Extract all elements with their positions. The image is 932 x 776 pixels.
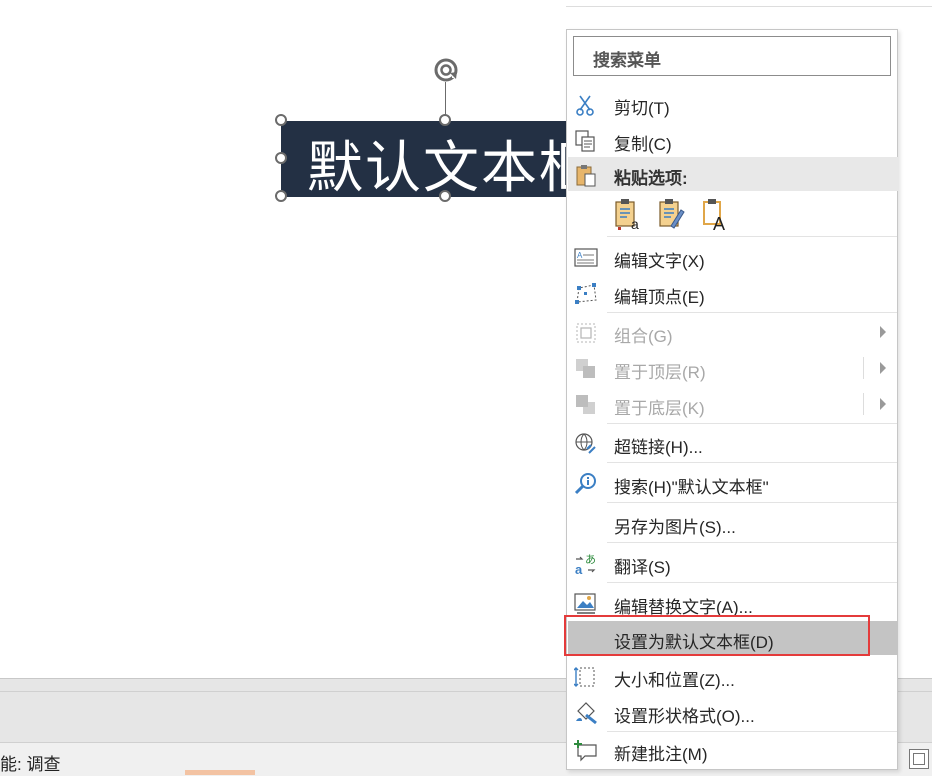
menu-item-group[interactable]: 组合(G) [568,315,898,349]
menu-separator [607,423,897,424]
edit-points-icon [575,283,597,304]
text-only-paste-icon[interactable]: A [701,196,731,234]
svg-text:あ: あ [585,553,596,566]
menu-item-smart-lookup[interactable]: 搜索(H)"默认文本框" [568,466,898,500]
split-divider [863,357,864,379]
menu-item-label: 编辑文字(X) [614,252,705,271]
submenu-arrow-icon [880,326,886,338]
menu-item-edit-text[interactable]: A 编辑文字(X) [568,240,898,274]
menu-item-translate[interactable]: a あ 翻译(S) [568,546,898,580]
menu-separator [607,236,897,237]
group-icon [576,323,596,343]
submenu-arrow-icon [880,362,886,374]
menu-separator [607,502,897,503]
textbox-text[interactable]: 默认文本框 [307,123,597,197]
size-position-icon [574,667,595,687]
translate-icon: a あ [575,553,596,576]
submenu-arrow-icon [880,398,886,410]
svg-text:A: A [713,214,725,232]
svg-text:a: a [575,562,583,576]
menu-item-label: 置于底层(K) [614,399,705,418]
menu-item-label: 大小和位置(Z)... [614,671,735,690]
status-accessibility-text[interactable]: 能: 调查 [0,750,60,775]
copy-icon [575,130,595,152]
menu-separator [607,312,897,313]
context-menu: 搜索菜单 剪切(T) 复制(C) 粘贴选项: a A A 编辑文字(X) 编辑顶… [566,29,898,770]
format-shape-icon [576,702,597,725]
paste-icon [576,165,596,187]
menu-item-save-as-picture[interactable]: 另存为图片(S)... [568,506,898,540]
menu-item-label: 设置形状格式(O)... [614,707,755,726]
menu-item-label: 粘贴选项: [614,169,688,188]
menu-item-size-and-position[interactable]: 大小和位置(Z)... [568,659,898,693]
menu-item-label: 剪切(T) [614,99,670,118]
send-to-back-icon [576,395,595,414]
resize-handle-left[interactable] [275,152,287,164]
menu-item-label: 超链接(H)... [614,438,703,457]
menu-item-copy[interactable]: 复制(C) [568,123,898,157]
svg-text:a: a [631,216,639,232]
menu-item-new-comment[interactable]: 新建批注(M) [568,733,898,767]
annotation-highlight-box [564,615,870,656]
menu-item-hyperlink[interactable]: 超链接(H)... [568,426,898,460]
edit-text-icon: A [574,248,598,267]
menu-separator [607,582,897,583]
menu-separator [607,731,897,732]
ribbon-edge [566,0,932,7]
menu-item-label: 编辑顶点(E) [614,288,705,307]
picture-paste-icon[interactable] [657,196,687,232]
split-divider [863,393,864,415]
menu-item-label: 复制(C) [614,135,672,154]
menu-item-send-to-back[interactable]: 置于底层(K) [568,387,898,421]
svg-text:A: A [577,251,583,260]
search-menu-input[interactable]: 搜索菜单 [573,36,891,76]
menu-separator [607,462,897,463]
menu-item-label: 组合(G) [614,327,673,346]
menu-item-format-shape[interactable]: 设置形状格式(O)... [568,695,898,729]
selected-textbox[interactable]: 默认文本框 [281,121,611,197]
menu-item-label: 搜索(H)"默认文本框" [614,478,769,497]
menu-item-label: 置于顶层(R) [614,363,706,382]
new-comment-icon [574,740,597,762]
alt-text-icon [574,593,596,614]
resize-handle-top-left[interactable] [275,114,287,126]
hyperlink-icon [575,433,596,454]
status-accent [185,770,255,775]
rotate-handle-icon[interactable] [430,54,462,86]
menu-section-paste-options: 粘贴选项: [568,157,898,191]
menu-item-bring-to-front[interactable]: 置于顶层(R) [568,351,898,385]
scissors-icon [576,95,594,116]
menu-item-edit-points[interactable]: 编辑顶点(E) [568,276,898,310]
resize-handle-bottom-left[interactable] [275,190,287,202]
menu-separator [607,542,897,543]
resize-handle-top[interactable] [439,114,451,126]
smart-lookup-icon [574,473,596,495]
normal-view-icon[interactable] [909,749,929,769]
search-menu-placeholder: 搜索菜单 [593,51,661,70]
resize-handle-bottom[interactable] [439,190,451,202]
menu-item-label: 另存为图片(S)... [614,518,736,537]
menu-item-cut[interactable]: 剪切(T) [568,87,898,121]
bring-to-front-icon [576,359,595,378]
paste-options-row: a A [613,196,743,236]
menu-item-label: 翻译(S) [614,558,671,577]
keep-text-only-paste-icon[interactable]: a [613,196,643,232]
menu-item-label: 新建批注(M) [614,745,708,764]
